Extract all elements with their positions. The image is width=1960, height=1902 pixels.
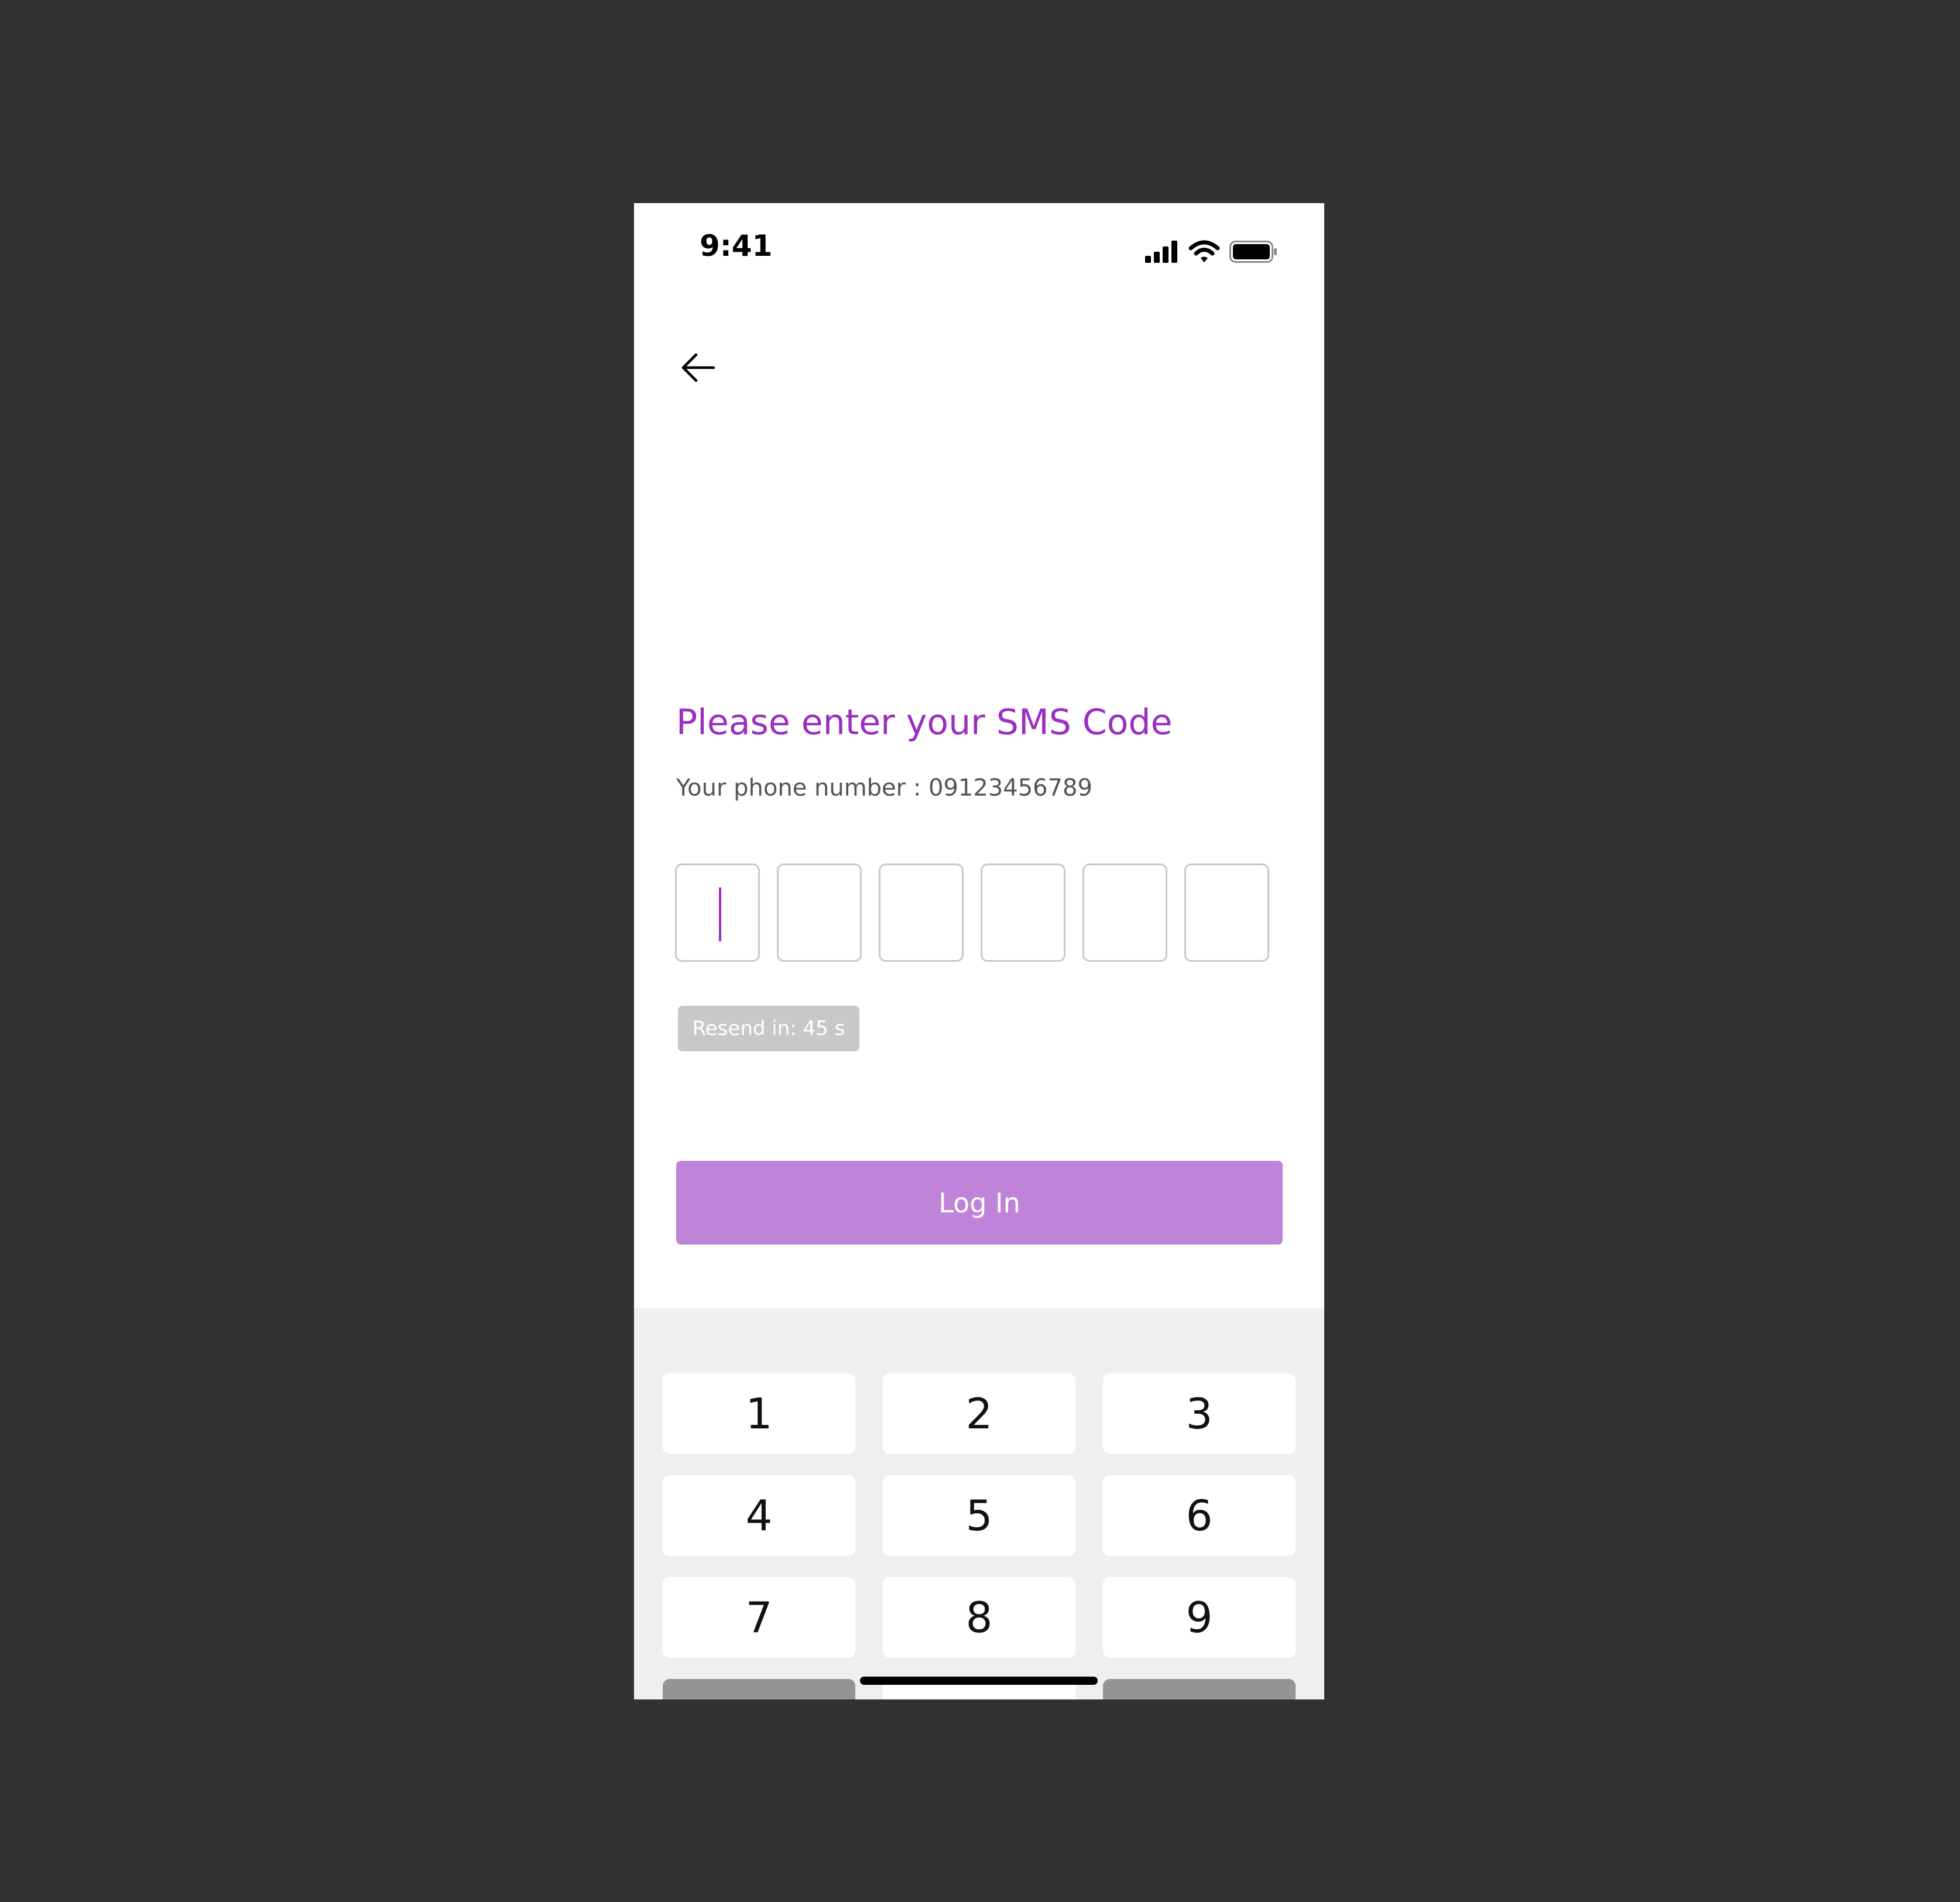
key-6[interactable]: 6 [1103,1475,1296,1556]
key-7[interactable]: 7 [663,1577,855,1658]
key-5[interactable]: 5 [883,1475,1075,1556]
status-bar: 9:41 [634,203,1324,297]
sms-code-input-group [675,863,1269,962]
text-caret [719,887,721,941]
home-indicator [860,1677,1098,1685]
sms-code-digit-2[interactable] [777,863,862,962]
key-8[interactable]: 8 [883,1577,1075,1658]
sms-code-digit-3[interactable] [879,863,964,962]
numeric-keyboard: 1 2 3 4 5 6 7 8 9 !?# 0 [634,1308,1324,1699]
key-3[interactable]: 3 [1103,1373,1296,1454]
backspace-key[interactable] [1103,1679,1296,1699]
battery-icon [1229,241,1277,263]
page-title: Please enter your SMS Code [676,702,1173,743]
sms-code-digit-6[interactable] [1184,863,1269,962]
login-button[interactable]: Log In [676,1161,1283,1245]
sms-code-digit-4[interactable] [981,863,1065,962]
key-1[interactable]: 1 [663,1373,855,1454]
cellular-signal-icon [1145,241,1177,263]
back-button[interactable] [671,341,724,394]
key-9[interactable]: 9 [1103,1577,1296,1658]
sms-code-digit-5[interactable] [1082,863,1167,962]
key-2[interactable]: 2 [883,1373,1075,1454]
key-symbols[interactable]: !?# [663,1679,855,1699]
arrow-left-icon [681,353,715,382]
phone-screen: 9:41 Please enter your SMS Code Your pho… [634,203,1324,1699]
key-4[interactable]: 4 [663,1475,855,1556]
sms-code-digit-1[interactable] [675,863,760,962]
status-time: 9:41 [700,229,773,263]
phone-number-text: Your phone number : 09123456789 [676,774,1092,801]
status-icons [1145,237,1277,266]
wifi-icon [1188,240,1220,262]
resend-countdown: Resend in: 45 s [678,1006,859,1051]
